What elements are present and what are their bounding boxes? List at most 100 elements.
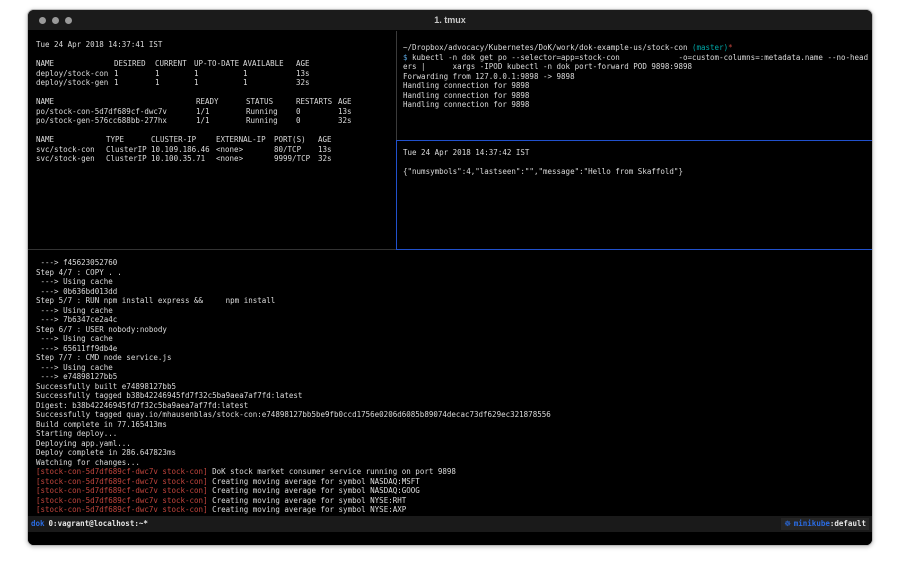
services-table: NAMETYPECLUSTER-IPEXTERNAL-IPPORT(S)AGEs…: [36, 135, 392, 164]
kube-namespace: :default: [830, 519, 866, 528]
handling-connection-1: Handling connection for 9898: [403, 81, 872, 91]
table-cell: ClusterIP: [106, 154, 151, 164]
active-window-label[interactable]: 0:vagrant@localhost:~*: [49, 519, 148, 529]
table-cell: 1: [194, 78, 243, 88]
table-cell: 1: [114, 78, 155, 88]
close-button[interactable]: [39, 17, 46, 24]
table-header-cell: AGE: [318, 135, 392, 145]
window-controls: [39, 17, 72, 24]
kubectl-command-line2: ers | xargs -IPOD kubectl -n dok port-fo…: [403, 62, 872, 72]
session-name[interactable]: dok: [31, 519, 45, 529]
kubectl-command-line1: $ kubectl -n dok get po --selector=app=s…: [403, 53, 872, 63]
table-cell: po/stock-con-5d7df689cf-dwc7v: [36, 107, 196, 117]
table-cell: 1: [155, 78, 194, 88]
handling-connection-3: Handling connection for 9898: [403, 100, 872, 110]
table-cell: Running: [246, 116, 296, 126]
table-cell: po/stock-gen-576cc688bb-277hx: [36, 116, 196, 126]
table-header-cell: STATUS: [246, 97, 296, 107]
left-pane-timestamp: Tue 24 Apr 2018 14:37:41 IST: [36, 40, 396, 50]
table-header-cell: UP-TO-DATE: [194, 59, 243, 69]
table-row: po/stock-gen-576cc688bb-277hx1/1Running0…: [36, 116, 392, 126]
table-cell: 10.109.186.46: [151, 145, 216, 155]
table-header-cell: PORT(S): [274, 135, 318, 145]
table-cell: <none>: [216, 154, 274, 164]
table-header-cell: READY: [196, 97, 246, 107]
table-cell: 1: [114, 69, 155, 79]
pod-log-message: Creating moving average for symbol NASDA…: [208, 486, 420, 495]
table-row: deploy/stock-con111113s: [36, 69, 392, 79]
table-cell: ClusterIP: [106, 145, 151, 155]
table-cell: deploy/stock-gen: [36, 78, 114, 88]
window-titlebar[interactable]: 1. tmux: [28, 10, 872, 31]
table-header-cell: AVAILABLE: [243, 59, 296, 69]
table-cell: 10.100.35.71: [151, 154, 216, 164]
table-cell: svc/stock-gen: [36, 154, 106, 164]
table-cell: 32s: [296, 78, 392, 88]
table-cell: 1: [155, 69, 194, 79]
table-header-cell: RESTARTS: [296, 97, 338, 107]
pod-log-prefix: [stock-con-5d7df689cf-dwc7v stock-con]: [36, 486, 208, 495]
shell-prompt: $: [403, 53, 412, 62]
table-header-row: NAMEDESIREDCURRENTUP-TO-DATEAVAILABLEAGE: [36, 59, 392, 69]
pod-log-prefix: [stock-con-5d7df689cf-dwc7v stock-con]: [36, 496, 208, 505]
table-cell: 80/TCP: [274, 145, 318, 155]
table-header-row: NAMEREADYSTATUSRESTARTSAGE: [36, 97, 392, 107]
pod-log-prefix: [stock-con-5d7df689cf-dwc7v stock-con]: [36, 467, 208, 476]
table-cell: 13s: [318, 145, 392, 155]
table-cell: Running: [246, 107, 296, 117]
docker-build-log: ---> f45623052760 Step 4/7 : COPY . . --…: [36, 258, 872, 467]
command-text: kubectl -n dok get po --selector=app=sto…: [412, 53, 868, 62]
pod-log-entry: [stock-con-5d7df689cf-dwc7v stock-con] D…: [36, 467, 872, 477]
table-cell: deploy/stock-con: [36, 69, 114, 79]
table-header-cell: EXTERNAL-IP: [216, 135, 274, 145]
table-cell: 32s: [318, 154, 392, 164]
pane-curl-response[interactable]: Tue 24 Apr 2018 14:37:42 IST {"numsymbol…: [397, 141, 872, 249]
handling-connection-2: Handling connection for 9898: [403, 91, 872, 101]
pod-log-message: Creating moving average for symbol NYSE:…: [208, 505, 407, 514]
pane-kubectl-resources[interactable]: Tue 24 Apr 2018 14:37:41 IST NAMEDESIRED…: [28, 31, 396, 249]
pods-table: NAMEREADYSTATUSRESTARTSAGEpo/stock-con-5…: [36, 97, 392, 126]
table-cell: 0: [296, 107, 338, 117]
right-pane-timestamp: Tue 24 Apr 2018 14:37:42 IST: [403, 148, 872, 158]
table-header-cell: NAME: [36, 97, 196, 107]
pod-log-message: DoK stock market consumer service runnin…: [208, 467, 456, 476]
table-cell: svc/stock-con: [36, 145, 106, 155]
pod-log-entry: [stock-con-5d7df689cf-dwc7v stock-con] C…: [36, 486, 872, 496]
kube-context: minikube: [794, 519, 830, 528]
window-bottom-filler: [28, 532, 872, 545]
status-right-segment: ☸ minikube:default: [781, 518, 869, 530]
pane-port-forward[interactable]: ~/Dropbox/advocacy/Kubernetes/DoK/work/d…: [397, 31, 872, 140]
minimize-button[interactable]: [52, 17, 59, 24]
table-cell: 13s: [296, 69, 392, 79]
terminal-window: 1. tmux Tue 24 Apr 2018 14:37:41 IST NAM…: [27, 9, 873, 546]
forwarding-output: Forwarding from 127.0.0.1:9898 -> 9898: [403, 72, 872, 82]
json-response: {"numsymbols":4,"lastseen":"","message":…: [403, 167, 872, 177]
pod-log-entry: [stock-con-5d7df689cf-dwc7v stock-con] C…: [36, 496, 872, 506]
table-row: deploy/stock-gen111132s: [36, 78, 392, 88]
table-cell: <none>: [216, 145, 274, 155]
table-cell: 0: [296, 116, 338, 126]
table-header-cell: NAME: [36, 59, 114, 69]
table-cell: 1/1: [196, 116, 246, 126]
tmux-terminal: Tue 24 Apr 2018 14:37:41 IST NAMEDESIRED…: [28, 31, 872, 545]
table-header-cell: AGE: [296, 59, 392, 69]
pod-log-entry: [stock-con-5d7df689cf-dwc7v stock-con] C…: [36, 477, 872, 487]
table-header-cell: CLUSTER-IP: [151, 135, 216, 145]
table-header-cell: AGE: [338, 97, 392, 107]
table-cell: 9999/TCP: [274, 154, 318, 164]
table-header-cell: TYPE: [106, 135, 151, 145]
table-cell: 1/1: [196, 107, 246, 117]
git-branch: (master): [692, 43, 728, 52]
pane-skaffold-build[interactable]: ---> f45623052760 Step 4/7 : COPY . . --…: [28, 250, 872, 516]
kubernetes-icon: ☸: [784, 519, 793, 528]
table-row: po/stock-con-5d7df689cf-dwc7v1/1Running0…: [36, 107, 392, 117]
window-title: 1. tmux: [28, 15, 872, 25]
table-header-row: NAMETYPECLUSTER-IPEXTERNAL-IPPORT(S)AGE: [36, 135, 392, 145]
pod-log-prefix: [stock-con-5d7df689cf-dwc7v stock-con]: [36, 477, 208, 486]
pod-log-message: Creating moving average for symbol NYSE:…: [208, 496, 407, 505]
table-header-cell: CURRENT: [155, 59, 194, 69]
tmux-status-bar: dok 0:vagrant@localhost:~* ☸ minikube:de…: [28, 516, 872, 532]
table-cell: 1: [243, 69, 296, 79]
maximize-button[interactable]: [65, 17, 72, 24]
table-header-cell: NAME: [36, 135, 106, 145]
